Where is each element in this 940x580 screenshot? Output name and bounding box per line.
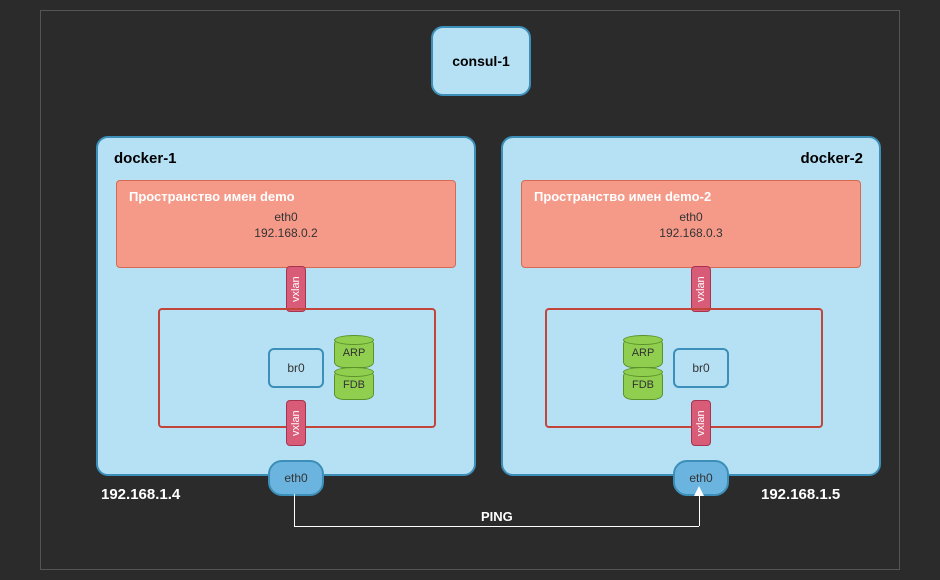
host1-arp-db: ARP [334, 338, 374, 368]
host2-vxlan-top: vxlan [691, 266, 711, 312]
host2-fdb-db: FDB [623, 370, 663, 400]
ping-line-v1 [294, 494, 295, 526]
host1-vxlan-top: vxlan [286, 266, 306, 312]
host2-label: docker-2 [503, 138, 879, 179]
ping-line-h [294, 526, 699, 527]
host1-vxlan-bottom: vxlan [286, 400, 306, 446]
host1-label: docker-1 [98, 138, 474, 179]
host2-vxlan-bottom: vxlan [691, 400, 711, 446]
docker-host-2: docker-2 Пространство имен demo-2 eth0 1… [501, 136, 881, 476]
consul-label: consul-1 [452, 53, 510, 69]
host1-eth0: eth0 [268, 460, 324, 496]
ping-line-v2 [699, 494, 700, 526]
host1-ip: 192.168.1.4 [101, 486, 180, 503]
host1-namespace: Пространство имен demo eth0 192.168.0.2 [116, 180, 456, 268]
ping-arrow-icon [694, 486, 704, 496]
host1-fdb-db: FDB [334, 370, 374, 400]
host2-namespace: Пространство имен demo-2 eth0 192.168.0.… [521, 180, 861, 268]
host2-br0: br0 [673, 348, 729, 388]
host2-ns-title: Пространство имен demo-2 [534, 189, 848, 204]
docker-host-1: docker-1 Пространство имен demo eth0 192… [96, 136, 476, 476]
host1-br0: br0 [268, 348, 324, 388]
host2-ip: 192.168.1.5 [761, 486, 840, 503]
host1-ns-eth: eth0 192.168.0.2 [129, 210, 443, 241]
diagram-canvas: consul-1 docker-1 Пространство имен demo… [40, 10, 900, 570]
consul-node: consul-1 [431, 26, 531, 96]
host2-arp-db: ARP [623, 338, 663, 368]
host2-ns-eth: eth0 192.168.0.3 [534, 210, 848, 241]
host1-ns-title: Пространство имен demo [129, 189, 443, 204]
ping-label: PING [481, 509, 513, 524]
